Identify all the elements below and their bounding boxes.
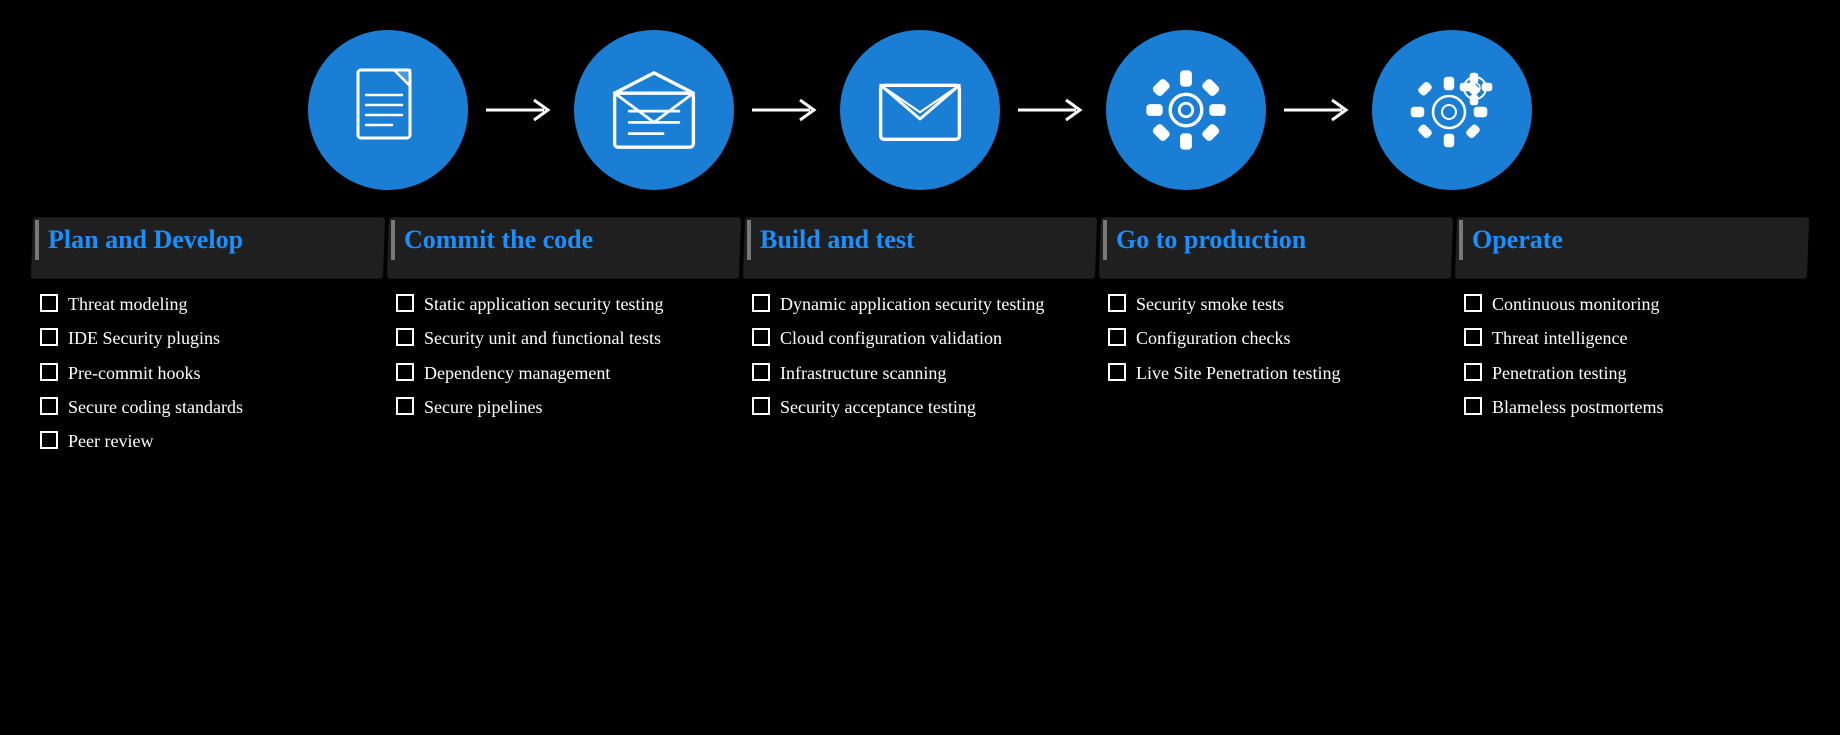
phase-icon-production — [1106, 30, 1266, 190]
checkbox — [396, 363, 414, 381]
title-wrapper-build: Build and test — [752, 220, 1088, 276]
list-item: Peer review — [40, 429, 376, 453]
arrow-icon — [486, 95, 556, 125]
checkbox — [40, 363, 58, 381]
double-gear-icon — [1407, 65, 1497, 155]
closed-envelope-icon — [875, 65, 965, 155]
column-plan: Plan and Develop Threat modeling IDE Sec… — [30, 220, 386, 453]
list-item: Threat modeling — [40, 292, 376, 316]
checkbox — [40, 328, 58, 346]
checkbox — [1464, 328, 1482, 346]
arrow-icon — [752, 95, 822, 125]
list-item: Dependency management — [396, 361, 732, 385]
checklist-operate: Continuous monitoring Threat intelligenc… — [1464, 292, 1800, 419]
checkbox — [752, 294, 770, 312]
column-production: Go to production Security smoke tests Co… — [1098, 220, 1454, 453]
pipeline-icons-row — [30, 30, 1810, 190]
arrow-4 — [1284, 95, 1354, 125]
checkbox — [40, 294, 58, 312]
title-wrapper-production: Go to production — [1108, 220, 1444, 276]
title-wrapper-plan: Plan and Develop — [40, 220, 376, 276]
list-item: Live Site Penetration testing — [1108, 361, 1444, 385]
list-item: Penetration testing — [1464, 361, 1800, 385]
phase-title-build: Build and test — [752, 220, 923, 260]
arrow-icon — [1284, 95, 1354, 125]
arrow-1 — [486, 95, 556, 125]
arrow-2 — [752, 95, 822, 125]
open-envelope-icon — [609, 65, 699, 155]
checkbox — [1464, 363, 1482, 381]
checkbox — [1464, 294, 1482, 312]
checklist-plan: Threat modeling IDE Security plugins Pre… — [40, 292, 376, 453]
checklist-commit: Static application security testing Secu… — [396, 292, 732, 419]
list-item: Continuous monitoring — [1464, 292, 1800, 316]
checkbox — [40, 397, 58, 415]
checkbox — [40, 431, 58, 449]
list-item: Static application security testing — [396, 292, 732, 316]
checklist-build: Dynamic application security testing Clo… — [752, 292, 1088, 419]
phase-title-commit: Commit the code — [396, 220, 601, 260]
column-commit: Commit the code Static application secur… — [386, 220, 742, 453]
column-build: Build and test Dynamic application secur… — [742, 220, 1098, 453]
checklist-production: Security smoke tests Configuration check… — [1108, 292, 1444, 385]
list-item: Security unit and functional tests — [396, 326, 732, 350]
list-item: Configuration checks — [1108, 326, 1444, 350]
list-item: Security acceptance testing — [752, 395, 1088, 419]
checkbox — [396, 294, 414, 312]
checkbox — [752, 397, 770, 415]
checkbox — [1108, 328, 1126, 346]
phase-title-production: Go to production — [1108, 220, 1314, 260]
single-gear-icon — [1141, 65, 1231, 155]
document-icon — [343, 65, 433, 155]
phase-title-plan: Plan and Develop — [40, 220, 251, 260]
phase-title-operate: Operate — [1464, 220, 1571, 260]
checkbox — [1108, 294, 1126, 312]
list-item: Pre-commit hooks — [40, 361, 376, 385]
phase-details-row: Plan and Develop Threat modeling IDE Sec… — [30, 220, 1810, 453]
checkbox — [1464, 397, 1482, 415]
checkbox — [396, 397, 414, 415]
list-item: Cloud configuration validation — [752, 326, 1088, 350]
phase-icon-operate — [1372, 30, 1532, 190]
phase-icon-commit — [574, 30, 734, 190]
checkbox — [752, 363, 770, 381]
list-item: Secure coding standards — [40, 395, 376, 419]
title-wrapper-operate: Operate — [1464, 220, 1800, 276]
list-item: Dynamic application security testing — [752, 292, 1088, 316]
list-item: Threat intelligence — [1464, 326, 1800, 350]
checkbox — [396, 328, 414, 346]
arrow-icon — [1018, 95, 1088, 125]
checkbox — [1108, 363, 1126, 381]
list-item: IDE Security plugins — [40, 326, 376, 350]
checkbox — [752, 328, 770, 346]
list-item: Blameless postmortems — [1464, 395, 1800, 419]
phase-icon-build — [840, 30, 1000, 190]
phase-icon-plan — [308, 30, 468, 190]
list-item: Secure pipelines — [396, 395, 732, 419]
column-operate: Operate Continuous monitoring Threat int… — [1454, 220, 1810, 453]
list-item: Infrastructure scanning — [752, 361, 1088, 385]
list-item: Security smoke tests — [1108, 292, 1444, 316]
arrow-3 — [1018, 95, 1088, 125]
title-wrapper-commit: Commit the code — [396, 220, 732, 276]
